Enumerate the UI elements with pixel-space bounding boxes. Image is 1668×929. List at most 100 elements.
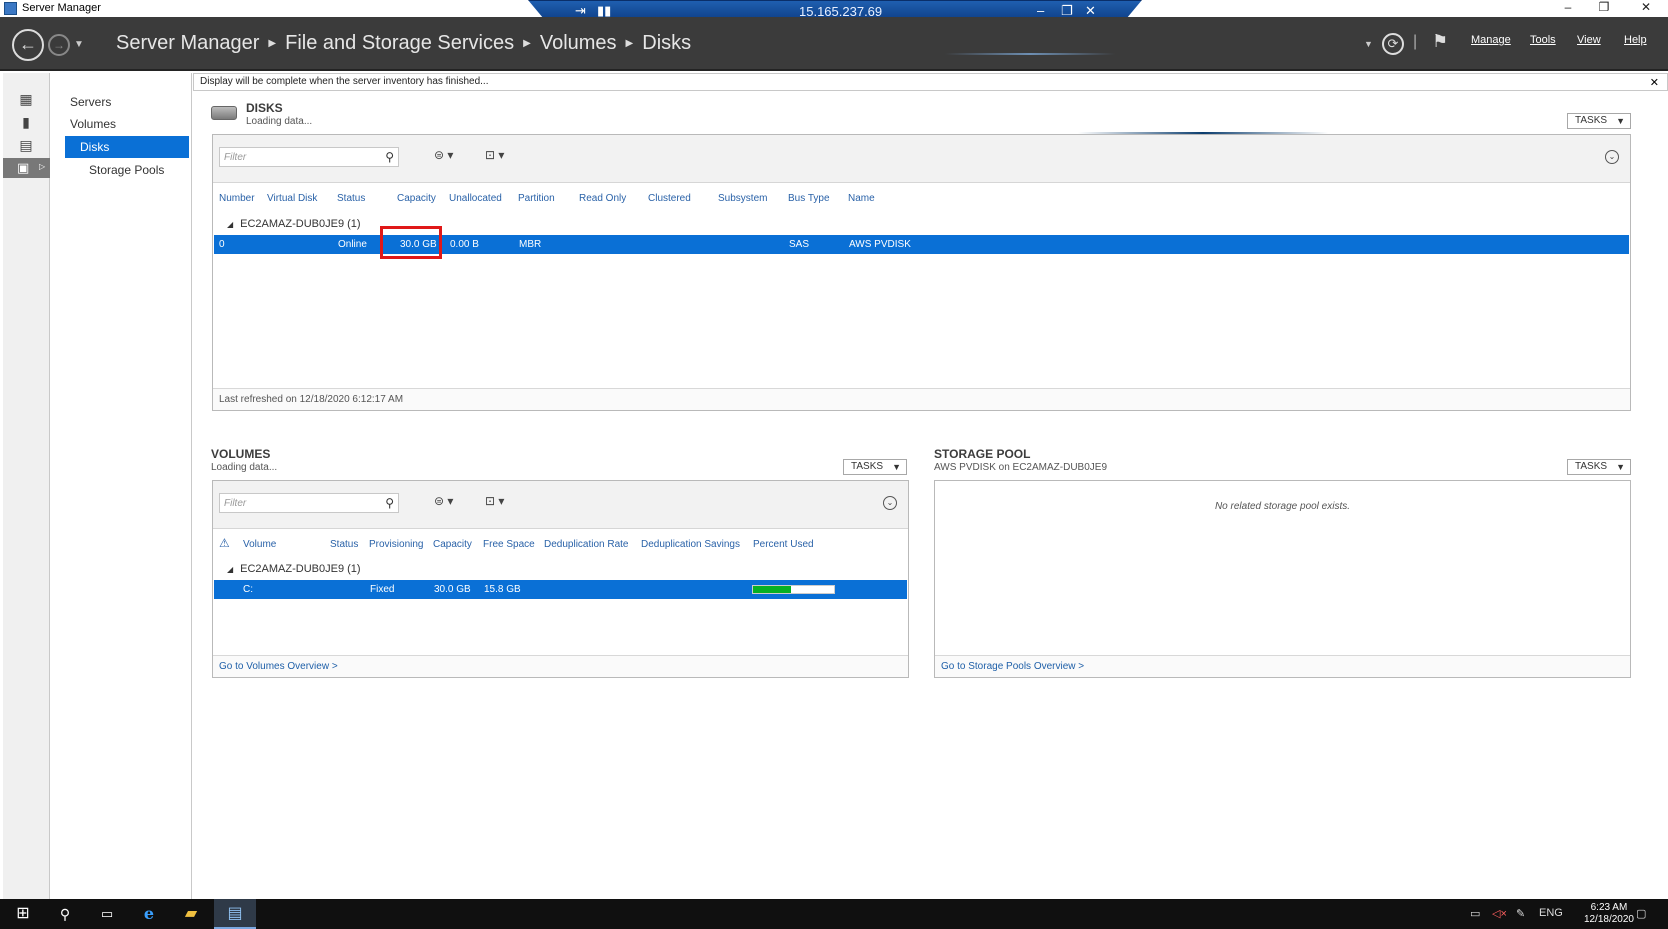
language-indicator[interactable]: ENG xyxy=(1539,907,1563,919)
save-query-icon[interactable]: ⊡ ▾ xyxy=(485,148,504,162)
volumes-footer: Go to Volumes Overview > xyxy=(213,655,908,677)
table-row[interactable]: C: Fixed 30.0 GB 15.8 GB xyxy=(214,580,907,599)
menu-manage[interactable]: Manage xyxy=(1471,34,1511,46)
notification-center-icon[interactable]: ▢ xyxy=(1636,907,1646,920)
storage-pool-title: STORAGE POOL xyxy=(934,447,1031,461)
restore-button[interactable]: ❐ xyxy=(1584,0,1624,17)
col-capacity[interactable]: Capacity xyxy=(433,539,472,550)
expand-icon[interactable]: ⌄ xyxy=(883,496,897,510)
volumes-panel: Filter ⚲ ⊜ ▾ ⊡ ▾ ⌄ ⚠ Volume Status Provis… xyxy=(212,480,909,678)
nav-item-disks[interactable]: Disks xyxy=(65,136,189,158)
local-server-icon[interactable]: ▮ xyxy=(17,114,35,130)
col-clustered[interactable]: Clustered xyxy=(648,193,691,204)
col-subsystem[interactable]: Subsystem xyxy=(718,193,767,204)
rail-active-item[interactable]: ▣ ▷ xyxy=(3,158,50,178)
pen-icon[interactable]: ✎ xyxy=(1516,907,1525,920)
content-area: Display will be complete when the server… xyxy=(193,73,1668,899)
list-options-icon[interactable]: ⊜ ▾ xyxy=(434,494,453,508)
volume-muted-icon[interactable]: ◁× xyxy=(1492,907,1507,920)
col-unallocated[interactable]: Unallocated xyxy=(449,193,502,204)
storage-pool-footer: Go to Storage Pools Overview > xyxy=(935,655,1630,677)
chevron-down-icon[interactable]: ▼ xyxy=(1364,39,1373,49)
disks-panel: Filter ⚲ ⊜ ▾ ⊡ ▾ ⌄ Number Virtual Disk St… xyxy=(212,134,1631,411)
chevron-down-icon[interactable]: ▼ xyxy=(74,39,84,50)
group-header[interactable]: ◢ EC2AMAZ-DUB0JE9 (1) xyxy=(227,563,361,575)
nav-item-storage-pools[interactable]: Storage Pools xyxy=(65,159,189,181)
back-button[interactable]: ← xyxy=(12,29,44,61)
volumes-tasks-button[interactable]: TASKS ▼ xyxy=(843,459,907,475)
collapse-icon: ◢ xyxy=(227,565,234,574)
highlight-box xyxy=(380,226,442,259)
col-free-space[interactable]: Free Space xyxy=(483,539,535,550)
network-icon[interactable]: ▭ xyxy=(1470,907,1480,920)
breadcrumb-server-manager[interactable]: Server Manager xyxy=(116,32,259,54)
search-icon[interactable]: ⚲ xyxy=(385,150,394,164)
file-storage-icon: ▣ xyxy=(17,160,30,175)
taskbar: ⊞ ⚲ ▭ e ▰ ▤ ▭ ◁× ✎ ENG 6:23 AM 12/18/202… xyxy=(0,899,1668,929)
col-bus-type[interactable]: Bus Type xyxy=(788,193,830,204)
menu-help[interactable]: Help xyxy=(1624,34,1647,46)
disks-tasks-button[interactable]: TASKS ▼ xyxy=(1567,113,1631,129)
col-virtual-disk[interactable]: Virtual Disk xyxy=(267,193,317,204)
refresh-icon[interactable]: ⟳ xyxy=(1382,33,1404,55)
volumes-overview-link[interactable]: Go to Volumes Overview > xyxy=(219,661,338,672)
save-query-icon[interactable]: ⊡ ▾ xyxy=(485,494,504,508)
disks-filter-input[interactable]: Filter ⚲ xyxy=(219,147,399,167)
close-button[interactable]: ✕ xyxy=(1626,0,1666,17)
cell-status: Online xyxy=(338,239,367,250)
group-label: EC2AMAZ-DUB0JE9 (1) xyxy=(240,218,361,230)
col-status[interactable]: Status xyxy=(330,539,358,550)
clock[interactable]: 6:23 AM 12/18/2020 xyxy=(1584,902,1634,926)
storage-pool-tasks-button[interactable]: TASKS ▼ xyxy=(1567,459,1631,475)
notifications-flag-icon[interactable]: ⚑ xyxy=(1432,31,1448,52)
breadcrumb-volumes[interactable]: Volumes xyxy=(540,32,617,54)
search-icon[interactable]: ⚲ xyxy=(385,496,394,510)
start-icon[interactable]: ⊞ xyxy=(2,899,44,929)
col-percent-used[interactable]: Percent Used xyxy=(753,539,814,550)
file-explorer-icon[interactable]: ▰ xyxy=(170,899,212,929)
forward-button[interactable]: → xyxy=(48,34,70,56)
server-manager-icon[interactable]: ▤ xyxy=(214,899,256,929)
storage-pools-overview-link[interactable]: Go to Storage Pools Overview > xyxy=(941,661,1084,672)
all-servers-icon[interactable]: ▤ xyxy=(17,137,35,153)
minimize-button[interactable]: – xyxy=(1548,0,1588,17)
col-read-only[interactable]: Read Only xyxy=(579,193,626,204)
disks-title: DISKS xyxy=(246,101,283,115)
chevron-right-icon: ▷ xyxy=(39,162,46,171)
list-options-icon[interactable]: ⊜ ▾ xyxy=(434,148,453,162)
group-header[interactable]: ◢ EC2AMAZ-DUB0JE9 (1) xyxy=(227,218,361,230)
breadcrumb-disks: Disks xyxy=(642,32,692,54)
menu-view[interactable]: View xyxy=(1577,34,1601,46)
task-view-icon[interactable]: ▭ xyxy=(86,899,128,929)
col-capacity[interactable]: Capacity xyxy=(397,193,436,204)
chevron-down-icon: ▼ xyxy=(1616,116,1625,126)
internet-explorer-icon[interactable]: e xyxy=(128,899,170,929)
col-dedup-rate[interactable]: Deduplication Rate xyxy=(544,539,629,550)
col-partition[interactable]: Partition xyxy=(518,193,555,204)
server-manager-icon xyxy=(4,2,17,15)
col-dedup-savings[interactable]: Deduplication Savings xyxy=(641,539,740,550)
breadcrumb-file-storage[interactable]: File and Storage Services xyxy=(285,32,514,54)
percent-used-bar xyxy=(752,585,835,594)
col-provisioning[interactable]: Provisioning xyxy=(369,539,423,550)
group-label: EC2AMAZ-DUB0JE9 (1) xyxy=(240,563,361,575)
volumes-filter-input[interactable]: Filter ⚲ xyxy=(219,493,399,513)
nav-item-volumes[interactable]: Volumes xyxy=(65,113,189,135)
disks-tasks-label: TASKS xyxy=(1575,115,1608,126)
dashboard-icon[interactable]: ▦ xyxy=(17,91,35,107)
col-volume[interactable]: Volume xyxy=(243,539,276,550)
col-number[interactable]: Number xyxy=(219,193,255,204)
storage-pool-panel: No related storage pool exists. Go to St… xyxy=(934,480,1631,678)
storage-pool-tasks-label: TASKS xyxy=(1575,461,1608,472)
col-status[interactable]: Status xyxy=(337,193,365,204)
rd-minimize-button[interactable]: – xyxy=(1037,3,1044,18)
window-title: Server Manager xyxy=(22,2,101,14)
expand-icon[interactable]: ⌄ xyxy=(1605,150,1619,164)
menu-tools[interactable]: Tools xyxy=(1530,34,1556,46)
col-name[interactable]: Name xyxy=(848,193,875,204)
nav-item-servers[interactable]: Servers xyxy=(65,91,189,113)
cell-number: 0 xyxy=(219,239,225,250)
breadcrumb-separator-icon: ▶ xyxy=(523,38,531,49)
notice-close-button[interactable]: ✕ xyxy=(1650,76,1659,89)
search-icon[interactable]: ⚲ xyxy=(44,899,86,929)
